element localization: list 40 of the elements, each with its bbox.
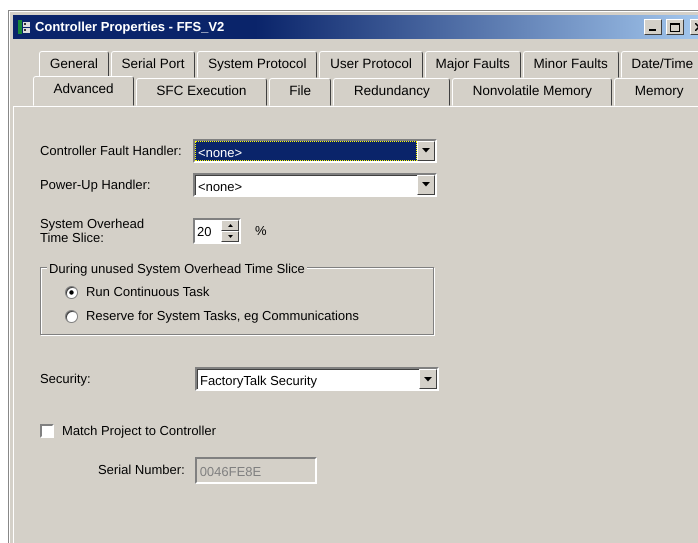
- radio-label: Reserve for System Tasks, eg Communications: [86, 307, 359, 326]
- tab[interactable]: Memory: [614, 78, 698, 106]
- checkbox[interactable]: [40, 424, 54, 438]
- checkbox-label: Match Project to Controller: [62, 422, 216, 440]
- percent-label: %: [255, 222, 267, 240]
- time-slice-label: System Overhead Time Slice:: [40, 216, 146, 246]
- tab[interactable]: Advanced: [33, 76, 134, 106]
- security-dropdown[interactable]: FactoryTalk Security: [195, 367, 439, 392]
- tab[interactable]: Minor Faults: [522, 51, 619, 78]
- power-up-handler-dropdown[interactable]: <none>: [193, 172, 437, 196]
- dropdown-arrow-icon: [422, 148, 430, 153]
- tab[interactable]: File: [268, 78, 332, 106]
- radio-button[interactable]: [65, 310, 78, 323]
- fault-handler-dropdown[interactable]: <none>: [193, 138, 437, 162]
- maximize-button[interactable]: [666, 19, 684, 35]
- radio-dot-icon: [69, 290, 74, 295]
- maximize-icon: [670, 22, 680, 32]
- dropdown-arrow-icon: [424, 376, 432, 382]
- up-arrow-icon: [228, 224, 232, 227]
- tab[interactable]: General: [39, 51, 109, 78]
- tab[interactable]: Date/Time: [620, 51, 698, 78]
- security-label: Security:: [40, 370, 92, 388]
- radio-label: Run Continuous Task: [86, 283, 210, 302]
- window-title: Controller Properties - FFS_V2: [35, 18, 226, 36]
- power-up-handler-label: Power-Up Handler:: [40, 176, 152, 194]
- fault-handler-label: Controller Fault Handler:: [40, 142, 183, 160]
- controller-icon: [17, 19, 31, 35]
- radio-button[interactable]: [65, 286, 78, 299]
- tab[interactable]: Major Faults: [424, 51, 521, 78]
- tab[interactable]: SFC Execution: [136, 78, 267, 106]
- dropdown-arrow-icon: [422, 182, 430, 187]
- serial-number-label: Serial Number:: [98, 461, 185, 480]
- tab[interactable]: System Protocol: [197, 51, 318, 78]
- tab[interactable]: User Protocol: [319, 51, 423, 78]
- tab[interactable]: Redundancy: [333, 78, 450, 106]
- time-slice-spinner[interactable]: 20: [193, 218, 241, 244]
- tab[interactable]: Nonvolatile Memory: [452, 78, 612, 106]
- tab[interactable]: Serial Port: [110, 51, 196, 78]
- minimize-button[interactable]: [644, 19, 662, 35]
- down-arrow-icon: [228, 234, 232, 238]
